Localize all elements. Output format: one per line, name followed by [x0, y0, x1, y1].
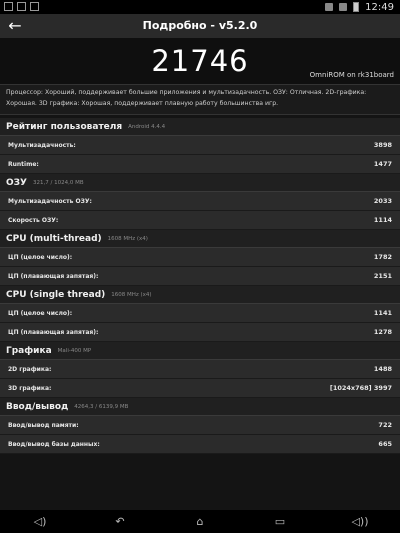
notification-icon: [4, 2, 13, 11]
result-row: ЦП (целое число): 1782: [0, 248, 400, 267]
back-icon[interactable]: ↶: [108, 510, 132, 533]
volume-up-icon[interactable]: ◁)): [348, 510, 372, 533]
section-title: Ввод/вывод: [6, 401, 69, 412]
result-label: ЦП (плавающая запятая):: [8, 328, 99, 336]
result-value: 1141: [373, 309, 392, 317]
result-value: 3898: [373, 141, 392, 149]
section-title: ОЗУ: [6, 177, 27, 188]
section-title: CPU (multi-thread): [6, 233, 102, 244]
status-time: 12:49: [365, 1, 394, 13]
alarm-icon: [325, 3, 334, 11]
result-label: Ввод/вывод памяти:: [8, 421, 79, 429]
navigation-bar: ◁) ↶ ⌂ ▭ ◁)): [0, 510, 400, 533]
section-subtitle: 4264,3 / 6139,9 MB: [74, 403, 129, 410]
result-label: 3D графика:: [8, 384, 52, 392]
result-label: Runtime:: [8, 160, 39, 168]
section-subtitle: 1608 MHz (x4): [111, 291, 152, 298]
result-value: 1114: [373, 216, 392, 224]
result-row: ЦП (целое число): 1141: [0, 304, 400, 323]
section-subtitle: 321,7 / 1024,0 MB: [32, 179, 84, 186]
result-value: 2151: [373, 272, 392, 280]
result-value: 1488: [373, 365, 392, 373]
result-row: ЦП (плавающая запятая): 2151: [0, 267, 400, 286]
section-subtitle: Android 4.4.4: [128, 123, 166, 130]
recents-icon[interactable]: ▭: [268, 510, 292, 533]
result-value: [1024x768] 3997: [329, 384, 392, 392]
battery-icon: [353, 2, 360, 12]
section-header: Графика Mali-400 MP: [0, 342, 400, 360]
volume-down-icon[interactable]: ◁): [28, 510, 52, 533]
result-value: 665: [378, 440, 392, 448]
result-value: 722: [378, 421, 392, 429]
result-label: Мультизадачность:: [8, 141, 76, 149]
result-row: Мультизадачность ОЗУ: 2033: [0, 192, 400, 211]
result-label: ЦП (целое число):: [8, 253, 73, 261]
result-row: ЦП (плавающая запятая): 1278: [0, 323, 400, 342]
result-label: Ввод/вывод базы данных:: [8, 440, 100, 448]
section-subtitle: Mali-400 MP: [57, 347, 92, 354]
result-label: Мультизадачность ОЗУ:: [8, 197, 92, 205]
section-header: CPU (multi-thread) 1608 MHz (x4): [0, 230, 400, 248]
section-header: Ввод/вывод 4264,3 / 6139,9 MB: [0, 398, 400, 416]
score-description: Процессор: Хороший, поддерживает большие…: [0, 84, 400, 115]
section-title: Рейтинг пользователя: [6, 121, 123, 132]
notification-icon: [17, 2, 26, 11]
result-value: 1782: [373, 253, 392, 261]
score-panel: 21746 OmniROM on rk31board: [0, 38, 400, 84]
wifi-icon: [339, 3, 348, 11]
result-row: Ввод/вывод базы данных: 665: [0, 435, 400, 454]
result-value: 2033: [373, 197, 392, 205]
result-label: 2D графика:: [8, 365, 52, 373]
home-icon[interactable]: ⌂: [188, 510, 212, 533]
device-name: OmniROM on rk31board: [309, 71, 394, 79]
results-list: Рейтинг пользователя Android 4.4.4 Мультиз…: [0, 118, 400, 454]
result-label: Скорость ОЗУ:: [8, 216, 59, 224]
status-notifications: [4, 2, 39, 11]
result-row: Ввод/вывод памяти: 722: [0, 416, 400, 435]
toolbar: ← Подробно - v5.2.0: [0, 14, 400, 39]
result-row: Runtime: 1477: [0, 155, 400, 174]
section-header: Рейтинг пользователя Android 4.4.4: [0, 118, 400, 136]
result-label: ЦП (плавающая запятая):: [8, 272, 99, 280]
result-value: 1477: [373, 160, 392, 168]
section-header: CPU (single thread) 1608 MHz (x4): [0, 286, 400, 304]
result-row: Мультизадачность: 3898: [0, 136, 400, 155]
result-row: 3D графика: [1024x768] 3997: [0, 379, 400, 398]
section-title: CPU (single thread): [6, 289, 106, 300]
result-value: 1278: [373, 328, 392, 336]
section-header: ОЗУ 321,7 / 1024,0 MB: [0, 174, 400, 192]
result-row: 2D графика: 1488: [0, 360, 400, 379]
status-bar: 12:49: [0, 0, 400, 14]
section-title: Графика: [6, 345, 52, 356]
notification-icon: [30, 2, 39, 11]
result-label: ЦП (целое число):: [8, 309, 73, 317]
page-title: Подробно - v5.2.0: [142, 19, 258, 32]
section-subtitle: 1608 MHz (x4): [107, 235, 148, 242]
result-row: Скорость ОЗУ: 1114: [0, 211, 400, 230]
